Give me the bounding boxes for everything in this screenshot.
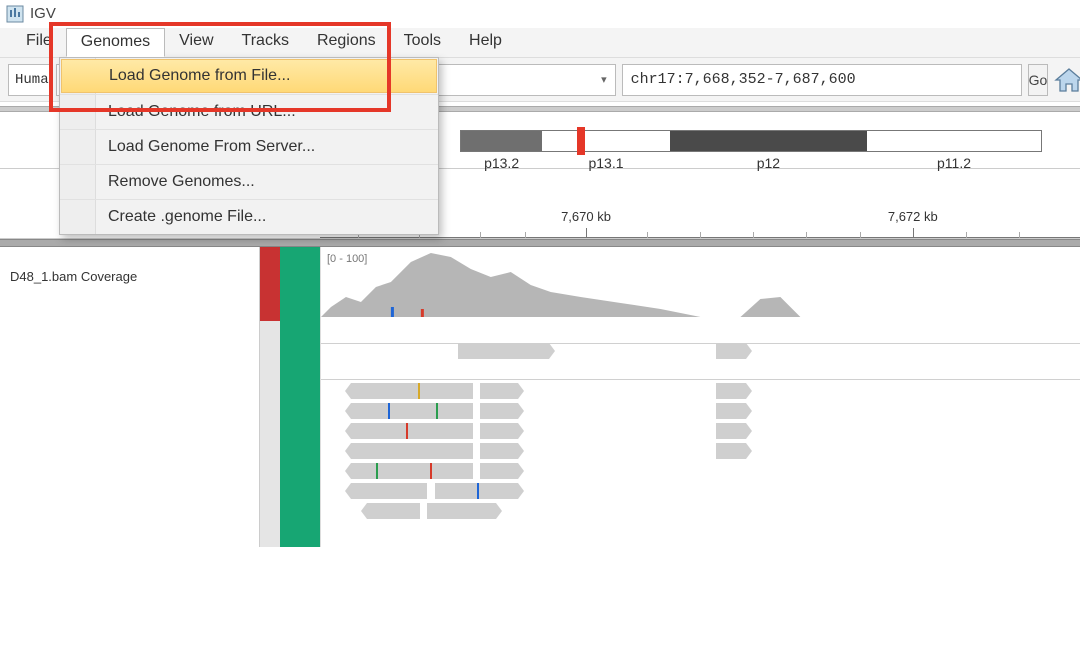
ruler-label: 7,670 kb xyxy=(561,209,611,224)
menu-tracks[interactable]: Tracks xyxy=(228,28,303,57)
menu-view[interactable]: View xyxy=(165,28,227,57)
track-attribute-column xyxy=(260,247,320,547)
attr-cell xyxy=(280,321,300,547)
menubar: File Genomes View Tracks Regions Tools H… xyxy=(0,28,1080,58)
dd-remove-genomes[interactable]: Remove Genomes... xyxy=(60,164,438,199)
window-titlebar: IGV xyxy=(0,0,1080,28)
ideogram-band xyxy=(670,131,867,151)
ruler-label: 7,672 kb xyxy=(888,209,938,224)
dd-load-from-server[interactable]: Load Genome From Server... xyxy=(60,129,438,164)
chromosome-ideogram[interactable]: p13.2 p13.1 p12 p11.2 xyxy=(460,130,1042,152)
locus-input[interactable] xyxy=(622,64,1022,96)
read-row xyxy=(321,343,1080,359)
read-row xyxy=(321,503,1080,519)
attr-cell xyxy=(300,321,320,547)
read-row xyxy=(321,443,1080,459)
read-row xyxy=(321,403,1080,419)
genome-select[interactable]: Huma xyxy=(8,64,50,96)
menu-regions[interactable]: Regions xyxy=(303,28,390,57)
locus-marker xyxy=(577,127,585,155)
coverage-plot xyxy=(321,247,1080,319)
menu-file[interactable]: File xyxy=(12,28,66,57)
dd-create-genome-file[interactable]: Create .genome File... xyxy=(60,199,438,234)
dd-load-from-file[interactable]: Load Genome from File... xyxy=(61,59,437,93)
ideogram-band xyxy=(542,131,670,151)
ideogram-band xyxy=(867,131,1041,151)
menu-help[interactable]: Help xyxy=(455,28,516,57)
ideogram-band xyxy=(461,131,542,151)
app-icon xyxy=(6,5,24,23)
track-area: D48_1.bam Coverage [0 - 100] xyxy=(0,247,1080,547)
read-row xyxy=(321,483,1080,499)
genomes-dropdown: Load Genome from File... Load Genome fro… xyxy=(59,57,439,235)
track-name[interactable]: D48_1.bam Coverage xyxy=(10,269,249,284)
menu-tools[interactable]: Tools xyxy=(390,28,455,57)
attr-cell xyxy=(260,247,280,321)
read-row xyxy=(321,423,1080,439)
attr-cell xyxy=(280,247,300,321)
track-canvas[interactable]: [0 - 100] xyxy=(320,247,1080,547)
read-row xyxy=(321,383,1080,399)
chevron-down-icon: ▾ xyxy=(601,73,607,86)
read-row xyxy=(321,363,1080,379)
home-icon[interactable] xyxy=(1054,67,1080,93)
window-title: IGV xyxy=(30,5,56,22)
menu-genomes[interactable]: Genomes xyxy=(66,28,165,57)
alignment-reads xyxy=(321,339,1080,547)
go-button[interactable]: Go xyxy=(1028,64,1049,96)
dd-load-from-url[interactable]: Load Genome from URL... xyxy=(60,94,438,129)
attr-cell xyxy=(300,247,320,321)
separator-thick[interactable] xyxy=(0,239,1080,247)
track-name-panel: D48_1.bam Coverage xyxy=(0,247,260,547)
genome-select-text: Huma xyxy=(15,72,49,88)
read-row xyxy=(321,463,1080,479)
attr-cell xyxy=(260,321,280,547)
